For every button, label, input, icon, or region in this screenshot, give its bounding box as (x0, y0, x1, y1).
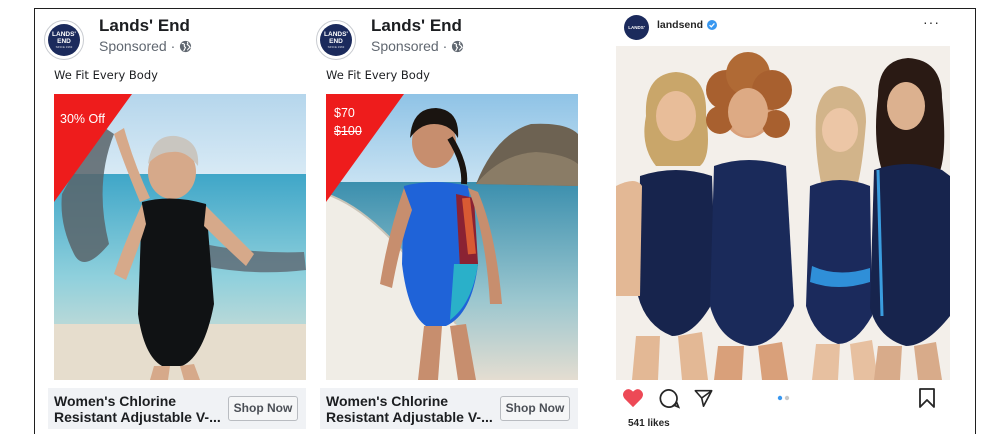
brand-name[interactable]: Lands' End (371, 16, 462, 36)
sponsored-label: Sponsored · (371, 38, 464, 54)
sale-price: $70 (334, 106, 355, 120)
avatar-logo-text: LANDS' (628, 25, 645, 30)
more-options-icon[interactable]: ··· (923, 14, 940, 30)
username-text[interactable]: landsend (657, 19, 703, 31)
sponsored-text: Sponsored · (371, 38, 448, 54)
globe-icon (452, 40, 464, 52)
shop-now-button[interactable]: Shop Now (228, 396, 298, 421)
lands-end-logo[interactable]: LANDS' END SINCE 1963 (316, 20, 356, 60)
brand-name[interactable]: Lands' End (99, 16, 190, 36)
sponsored-text: Sponsored · (99, 38, 176, 54)
discount-badge (54, 94, 132, 202)
carousel-dot-active (777, 395, 783, 401)
lands-end-avatar[interactable]: LANDS' (624, 15, 649, 40)
share-icon[interactable] (693, 388, 714, 408)
lands-end-logo[interactable]: LANDS' END SINCE 1963 (44, 20, 84, 60)
heart-icon[interactable] (622, 388, 644, 408)
ad-image-beach-black-swimsuit[interactable]: 30% Off (54, 94, 306, 380)
sponsored-label: Sponsored · (99, 38, 192, 54)
shop-now-button[interactable]: Shop Now (500, 396, 570, 421)
ad-caption: We Fit Every Body (326, 68, 430, 82)
likes-count[interactable]: 541 likes (628, 418, 670, 429)
logo-tagline: SINCE 1963 (327, 45, 345, 49)
post-image-four-women-swimsuits[interactable] (616, 46, 950, 380)
post-actions-bar (616, 386, 950, 416)
verified-badge-icon (707, 20, 718, 30)
ad-image-surfboard-blue-swimsuit[interactable]: $70 $100 (326, 94, 578, 380)
discount-badge-text: 30% Off (60, 112, 105, 126)
facebook-ad-1: LANDS' END SINCE 1963 Lands' End Sponsor… (34, 8, 306, 435)
carousel-dot (784, 395, 790, 401)
original-price: $100 (334, 124, 362, 138)
logo-text-line1: LANDS' (52, 31, 76, 38)
ad-caption: We Fit Every Body (54, 68, 158, 82)
comment-icon[interactable] (658, 388, 680, 409)
logo-text-line2: END (329, 38, 343, 45)
carousel-dots (777, 395, 790, 401)
ad-cta-bar[interactable]: Women's Chlorine Resistant Adjustable V-… (48, 388, 306, 429)
logo-tagline: SINCE 1963 (55, 45, 73, 49)
ig-username[interactable]: landsend (657, 19, 718, 31)
product-title[interactable]: Women's Chlorine Resistant Adjustable V-… (54, 393, 224, 425)
bookmark-icon[interactable] (918, 387, 936, 409)
product-title[interactable]: Women's Chlorine Resistant Adjustable V-… (326, 393, 496, 425)
ad-cta-bar[interactable]: Women's Chlorine Resistant Adjustable V-… (320, 388, 578, 429)
instagram-post: LANDS' landsend ··· 541 likes (612, 8, 976, 435)
facebook-ad-2: LANDS' END SINCE 1963 Lands' End Sponsor… (306, 8, 578, 435)
group-photo (616, 46, 950, 380)
logo-text-line2: END (57, 38, 71, 45)
logo-text-line1: LANDS' (324, 31, 348, 38)
globe-icon (180, 40, 192, 52)
